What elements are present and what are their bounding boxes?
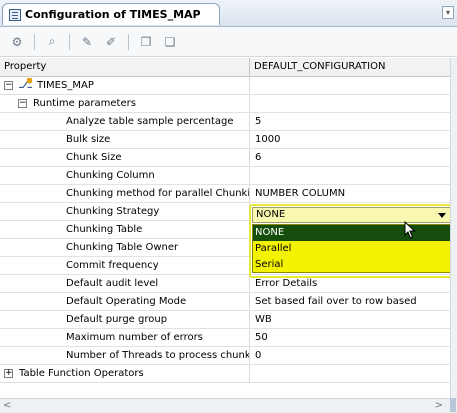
row-name-cell: − ⎇ TIMES_MAP	[0, 77, 250, 94]
row-label: Number of Threads to process chunks	[66, 350, 250, 361]
row-label: Runtime parameters	[33, 98, 136, 109]
toolbar-separator	[128, 33, 129, 50]
row-name-cell: Maximum number of errors	[0, 329, 250, 346]
row-label: TIMES_MAP	[37, 80, 94, 91]
tree-row-table-function-operators[interactable]: + Table Function Operators	[0, 365, 450, 383]
collapse-icon[interactable]: −	[4, 81, 13, 90]
row-label: Chunking Column	[66, 170, 155, 181]
property-row[interactable]: Default Operating Mode Set based fail ov…	[0, 293, 450, 311]
row-label: Chunking Table Owner	[66, 242, 179, 253]
row-name-cell: Commit frequency	[0, 257, 250, 274]
column-header-property[interactable]: Property	[0, 58, 250, 76]
toolbar-separator	[69, 33, 70, 50]
row-value[interactable]: 0	[251, 347, 450, 364]
paste-icon[interactable]: ❏	[161, 33, 179, 51]
horizontal-scrollbar[interactable]: < >	[0, 398, 457, 413]
row-name-cell: Bulk size	[0, 131, 250, 148]
row-value[interactable]: NUMBER COLUMN	[251, 185, 450, 202]
scroll-left-icon[interactable]: <	[3, 400, 11, 411]
vertical-scrollbar[interactable]	[450, 58, 457, 398]
row-label: Table Function Operators	[19, 368, 144, 379]
row-name-cell: Default audit level	[0, 275, 250, 292]
property-row[interactable]: Bulk size 1000	[0, 131, 450, 149]
tab-configuration[interactable]: Configuration of TIMES_MAP	[2, 3, 220, 25]
row-value	[251, 95, 450, 112]
expand-icon[interactable]: +	[4, 369, 13, 378]
scrollbar-thumb[interactable]	[450, 398, 456, 412]
row-value	[251, 365, 450, 382]
toolbar-separator	[34, 33, 35, 50]
dropdown-option-none[interactable]: NONE	[253, 225, 450, 241]
dropdown-list: NONE Parallel Serial	[252, 224, 451, 273]
scroll-right-icon[interactable]: >	[435, 400, 443, 411]
select-value: NONE	[256, 209, 286, 220]
column-header-value[interactable]: DEFAULT_CONFIGURATION	[250, 58, 450, 76]
row-label: Analyze table sample percentage	[66, 116, 234, 127]
row-name-cell: Chunking Table	[0, 221, 250, 238]
row-label: Chunking method for parallel Chunking	[66, 188, 250, 199]
row-value[interactable]: 6	[251, 149, 450, 166]
property-row[interactable]: Analyze table sample percentage 5	[0, 113, 450, 131]
row-value[interactable]: 50	[251, 329, 450, 346]
edit-icon[interactable]: ✎	[78, 33, 96, 51]
configuration-window: Configuration of TIMES_MAP ▾ ⚙ ⌕ ✎ ✐ ❐ ❏…	[0, 0, 457, 413]
search-icon[interactable]: ⌕	[43, 33, 61, 51]
table-header: Property DEFAULT_CONFIGURATION	[0, 58, 450, 77]
row-label: Chunk Size	[66, 152, 122, 163]
dropdown-option-parallel[interactable]: Parallel	[253, 241, 450, 257]
row-label: Maximum number of errors	[66, 332, 203, 343]
tree-row-times-map[interactable]: − ⎇ TIMES_MAP	[0, 77, 450, 95]
toolbar: ⚙ ⌕ ✎ ✐ ❐ ❏	[0, 27, 457, 57]
property-row[interactable]: Chunking Column	[0, 167, 450, 185]
row-value[interactable]: 1000	[251, 131, 450, 148]
property-row[interactable]: Maximum number of errors 50	[0, 329, 450, 347]
document-icon	[9, 8, 21, 21]
row-name-cell: − Runtime parameters	[0, 95, 250, 112]
properties-icon[interactable]: ⚙	[8, 33, 26, 51]
row-name-cell: Chunking Column	[0, 167, 250, 184]
row-value[interactable]: 5	[251, 113, 450, 130]
property-row[interactable]: Chunking method for parallel Chunking NU…	[0, 185, 450, 203]
mapping-icon: ⎇	[18, 77, 33, 92]
row-label: Default Operating Mode	[66, 296, 187, 307]
row-label: Default audit level	[66, 278, 159, 289]
property-row[interactable]: Default purge group WB	[0, 311, 450, 329]
row-name-cell: + Table Function Operators	[0, 365, 250, 382]
row-name-cell: Default Operating Mode	[0, 293, 250, 310]
row-value	[251, 77, 450, 94]
dropdown-option-serial[interactable]: Serial	[253, 257, 450, 273]
row-label: Commit frequency	[66, 260, 159, 271]
row-name-cell: Chunking Table Owner	[0, 239, 250, 256]
mouse-cursor-icon	[404, 221, 416, 239]
row-label: Chunking Strategy	[66, 206, 160, 217]
tab-strip: Configuration of TIMES_MAP ▾	[0, 0, 457, 27]
row-value[interactable]	[251, 167, 450, 184]
copy-icon[interactable]: ❐	[137, 33, 155, 51]
chevron-down-icon[interactable]	[438, 213, 446, 218]
property-row[interactable]: Default audit level Error Details	[0, 275, 450, 293]
row-name-cell: Analyze table sample percentage	[0, 113, 250, 130]
row-value[interactable]: Set based fail over to row based	[251, 293, 450, 310]
chunking-strategy-select[interactable]: NONE	[252, 207, 451, 223]
row-label: Default purge group	[66, 314, 168, 325]
collapse-icon[interactable]: −	[18, 99, 27, 108]
row-name-cell: Chunking Strategy	[0, 203, 250, 220]
row-name-cell: Chunking method for parallel Chunking	[0, 185, 250, 202]
row-name-cell: Chunk Size	[0, 149, 250, 166]
row-name-cell: Number of Threads to process chunks	[0, 347, 250, 364]
chevron-down-icon[interactable]: ▾	[442, 6, 454, 19]
property-row[interactable]: Number of Threads to process chunks 0	[0, 347, 450, 365]
row-value[interactable]: WB	[251, 311, 450, 328]
row-label: Chunking Table	[66, 224, 143, 235]
tree-row-runtime-parameters[interactable]: − Runtime parameters	[0, 95, 450, 113]
property-row[interactable]: Chunk Size 6	[0, 149, 450, 167]
row-value[interactable]: Error Details	[251, 275, 450, 292]
find-icon[interactable]: ✐	[102, 33, 120, 51]
row-label: Bulk size	[66, 134, 111, 145]
row-name-cell: Default purge group	[0, 311, 250, 328]
tab-title: Configuration of TIMES_MAP	[25, 8, 201, 21]
